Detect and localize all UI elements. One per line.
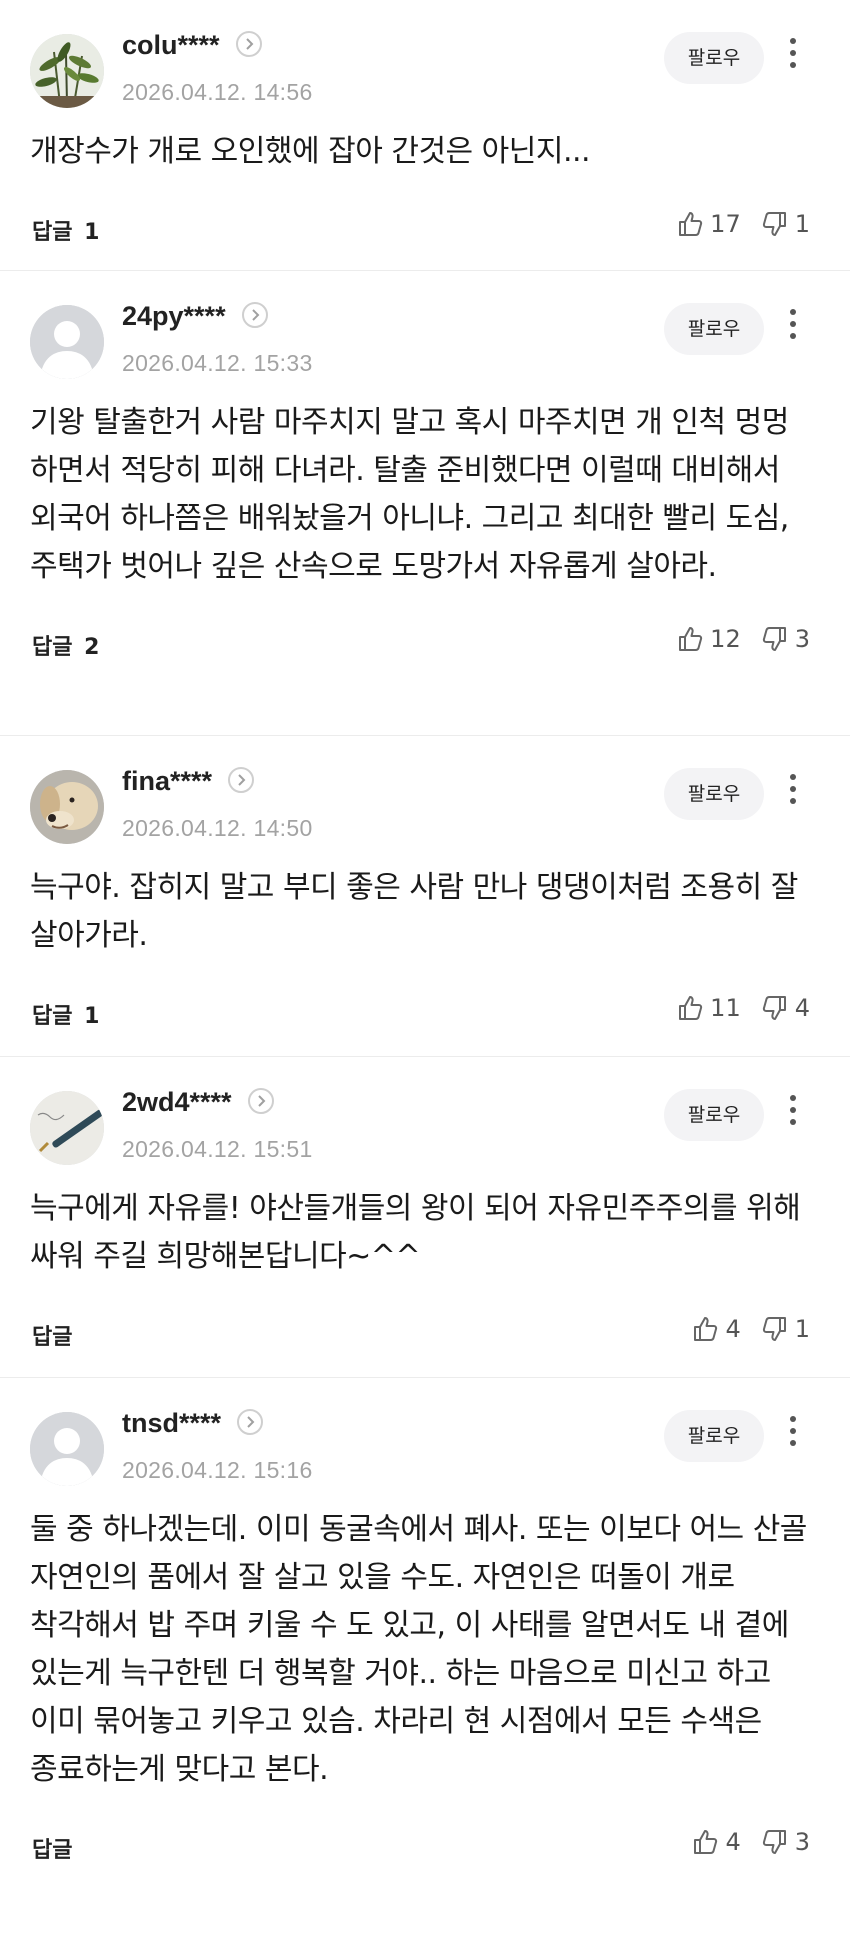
reply-count: 1: [84, 1004, 100, 1029]
follow-button[interactable]: 팔로우: [664, 32, 764, 84]
comment-text: 둘 중 하나겠는데. 이미 동굴속에서 폐사. 또는 이보다 어느 산골 자연인…: [30, 1512, 807, 1787]
more-options-icon[interactable]: [786, 1095, 800, 1131]
like-count: 17: [710, 210, 741, 238]
reply-label: 답글: [32, 1325, 73, 1350]
like-button[interactable]: 11: [676, 994, 741, 1022]
dislike-button[interactable]: 4: [761, 994, 810, 1022]
like-count: 4: [725, 1315, 741, 1343]
avatar[interactable]: [30, 34, 104, 108]
username[interactable]: fina****: [122, 766, 212, 796]
reply-button[interactable]: 답글 1: [32, 214, 99, 246]
dislike-count: 1: [794, 210, 810, 238]
thumbs-up-icon: [694, 1317, 718, 1341]
like-button[interactable]: 4: [691, 1315, 741, 1343]
chevron-right-icon[interactable]: [237, 1408, 264, 1435]
comment-list: colu**** 2026.04.12. 14:56 팔로우 개장수가 개로 오…: [0, 0, 850, 1938]
chevron-right-icon[interactable]: [228, 766, 255, 793]
username[interactable]: colu****: [122, 30, 220, 60]
pen-photo-avatar: [30, 1091, 104, 1165]
follow-button[interactable]: 팔로우: [664, 1089, 764, 1141]
comment-item: 2wd4**** 2026.04.12. 15:51 팔로우 늑구에게 자유를!…: [0, 1056, 850, 1377]
thumbs-up-icon: [679, 212, 703, 236]
username[interactable]: 2wd4****: [122, 1087, 232, 1117]
chevron-right-icon[interactable]: [241, 301, 268, 328]
default-avatar: [30, 305, 104, 379]
comment-item: 24py**** 2026.04.12. 15:33 팔로우 기왕 탈출한거 사…: [0, 270, 850, 735]
reply-button[interactable]: 답글: [32, 1832, 76, 1864]
reply-button[interactable]: 답글 1: [32, 998, 99, 1030]
follow-button[interactable]: 팔로우: [664, 303, 764, 355]
reply-count: 2: [84, 635, 100, 660]
chevron-right-icon[interactable]: [247, 1087, 274, 1114]
comment-text: 기왕 탈출한거 사람 마주치지 말고 혹시 마주치면 개 인척 멍멍 하면서 적…: [30, 405, 789, 584]
more-options-icon[interactable]: [786, 38, 800, 74]
thumbs-down-icon: [762, 627, 786, 651]
dislike-button[interactable]: 3: [761, 1828, 810, 1856]
comment-date: 2026.04.12. 14:56: [122, 79, 313, 105]
thumbs-down-icon: [762, 212, 786, 236]
reply-count: 1: [84, 220, 100, 245]
username[interactable]: 24py****: [122, 301, 226, 331]
like-count: 4: [725, 1828, 741, 1856]
reply-button[interactable]: 답글: [32, 1319, 76, 1351]
reply-label: 답글: [32, 220, 73, 245]
plant-photo-avatar: [30, 34, 104, 108]
more-options-icon[interactable]: [786, 774, 800, 810]
chevron-right-icon[interactable]: [235, 30, 262, 57]
follow-button[interactable]: 팔로우: [664, 768, 764, 820]
avatar[interactable]: [30, 305, 104, 379]
comment-date: 2026.04.12. 15:51: [122, 1136, 313, 1162]
reply-label: 답글: [32, 1838, 73, 1863]
more-options-icon[interactable]: [786, 309, 800, 345]
like-count: 11: [710, 994, 741, 1022]
dislike-count: 3: [794, 1828, 810, 1856]
thumbs-up-icon: [679, 627, 703, 651]
reply-label: 답글: [32, 1004, 73, 1029]
thumbs-down-icon: [762, 1830, 786, 1854]
like-count: 12: [710, 625, 741, 653]
like-button[interactable]: 4: [691, 1828, 741, 1856]
dislike-count: 3: [794, 625, 810, 653]
comment-date: 2026.04.12. 14:50: [122, 815, 313, 841]
dislike-button[interactable]: 1: [761, 210, 810, 238]
dislike-button[interactable]: 3: [761, 625, 810, 653]
thumbs-up-icon: [694, 1830, 718, 1854]
comment-date: 2026.04.12. 15:33: [122, 350, 313, 376]
thumbs-down-icon: [762, 996, 786, 1020]
follow-button[interactable]: 팔로우: [664, 1410, 764, 1462]
dog-photo-avatar: [30, 770, 104, 844]
reply-label: 답글: [32, 635, 73, 660]
comment-text: 늑구에게 자유를! 야산들개들의 왕이 되어 자유민주주의를 위해 싸워 주길 …: [30, 1191, 801, 1274]
reply-button[interactable]: 답글 2: [32, 629, 99, 661]
avatar[interactable]: [30, 1091, 104, 1165]
dislike-count: 1: [794, 1315, 810, 1343]
like-button[interactable]: 12: [676, 625, 741, 653]
comment-item: colu**** 2026.04.12. 14:56 팔로우 개장수가 개로 오…: [0, 0, 850, 270]
username[interactable]: tnsd****: [122, 1408, 221, 1438]
default-avatar: [30, 1412, 104, 1486]
comment-item: tnsd**** 2026.04.12. 15:16 팔로우 둘 중 하나겠는데…: [0, 1377, 850, 1938]
dislike-count: 4: [794, 994, 810, 1022]
thumbs-up-icon: [679, 996, 703, 1020]
avatar[interactable]: [30, 770, 104, 844]
comment-text: 늑구야. 잡히지 말고 부디 좋은 사람 만나 댕댕이처럼 조용히 잘 살아가라…: [30, 870, 798, 953]
comment-item: fina**** 2026.04.12. 14:50 팔로우 늑구야. 잡히지 …: [0, 735, 850, 1056]
comment-date: 2026.04.12. 15:16: [122, 1457, 313, 1483]
more-options-icon[interactable]: [786, 1416, 800, 1452]
like-button[interactable]: 17: [676, 210, 741, 238]
dislike-button[interactable]: 1: [761, 1315, 810, 1343]
comment-text: 개장수가 개로 오인했에 잡아 간것은 아닌지...: [30, 134, 591, 169]
avatar[interactable]: [30, 1412, 104, 1486]
thumbs-down-icon: [762, 1317, 786, 1341]
